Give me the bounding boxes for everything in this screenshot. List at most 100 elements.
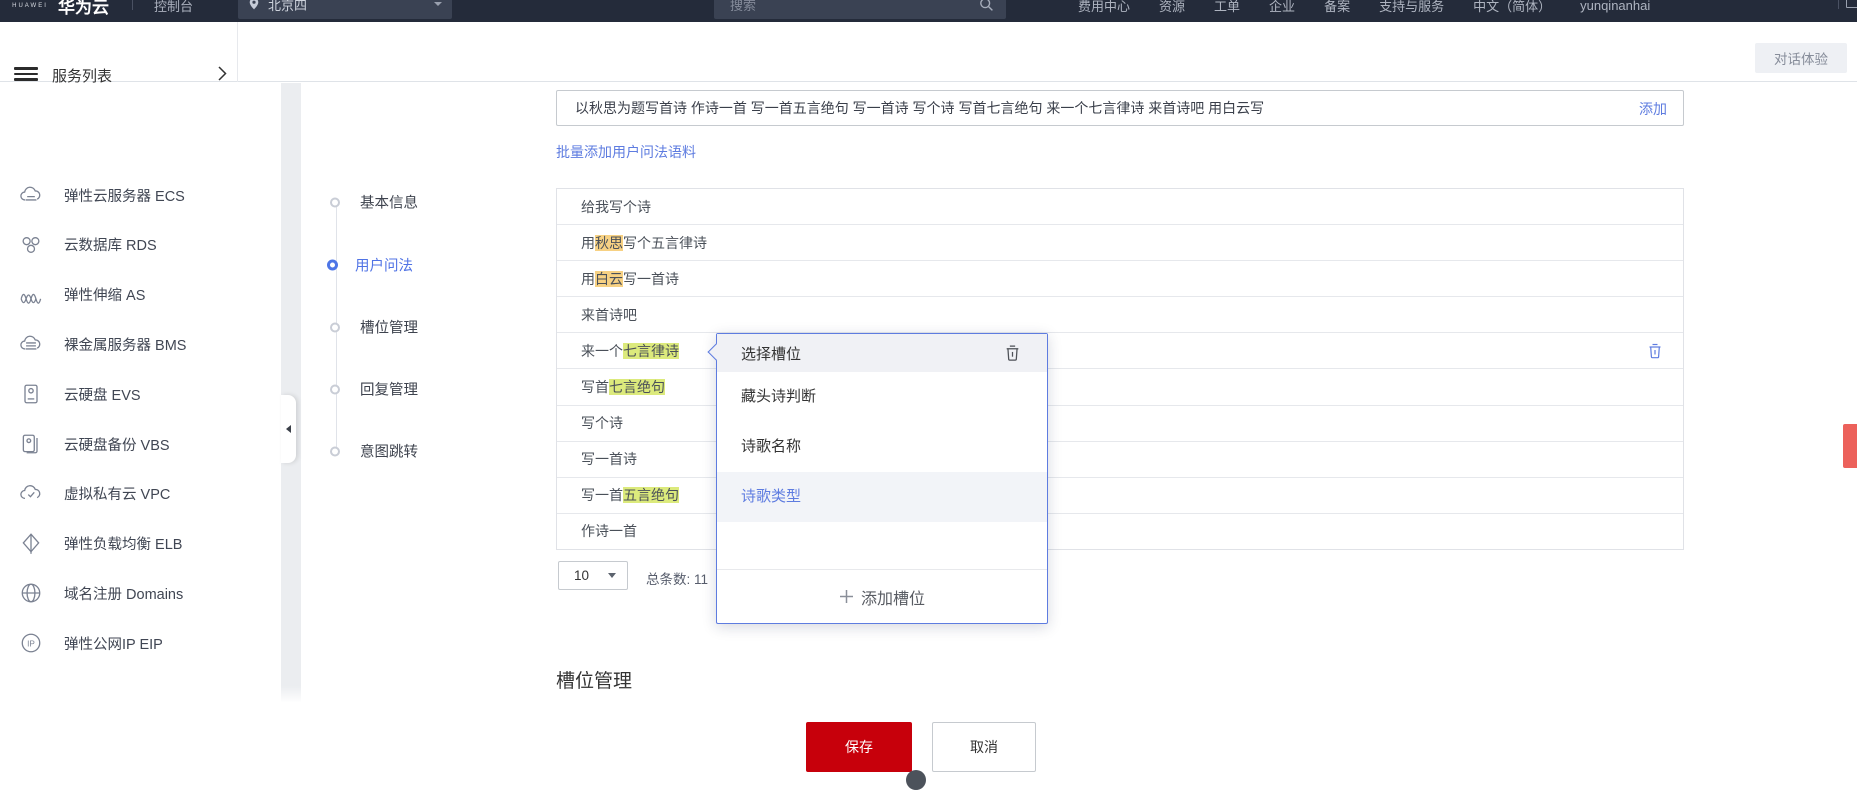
- sidebar-collapse-handle[interactable]: [281, 395, 296, 463]
- total-count: 总条数: 11: [646, 572, 709, 587]
- sidebar-item[interactable]: 云硬盘备份 VBS: [0, 419, 281, 469]
- sidebar-item[interactable]: 弹性伸缩 AS: [0, 270, 281, 320]
- huawei-flower-icon: [20, 0, 40, 2]
- corpus-row-text: 作诗一首: [581, 523, 637, 540]
- slot-select-popup: 选择槽位 藏头诗判断 诗歌名称 诗歌类型 添加槽位: [707, 333, 1048, 624]
- corpus-row-text: 用秋思写个五言律诗: [581, 234, 707, 251]
- app-header: 服务列表 对话体验: [0, 22, 1857, 85]
- footer-bar: 保存 取消: [0, 686, 1857, 795]
- location-pin-icon: [249, 0, 259, 10]
- database-icon: [18, 232, 44, 258]
- cancel-button[interactable]: 取消: [932, 722, 1036, 772]
- save-button[interactable]: 保存: [806, 722, 912, 772]
- step-dot-icon: [330, 384, 340, 394]
- search-input[interactable]: 搜索: [714, 0, 1006, 19]
- step-dot-icon: [330, 197, 340, 207]
- sidebar-item[interactable]: 弹性云服务器 ECS: [0, 170, 281, 220]
- sidebar-item-label: 域名注册 Domains: [64, 586, 184, 603]
- region-label: 北京四: [268, 0, 308, 13]
- topbar-link[interactable]: 资源: [1159, 0, 1185, 15]
- sidebar-item[interactable]: 裸金属服务器 BMS: [0, 319, 281, 369]
- slot-option[interactable]: 诗歌名称: [717, 422, 1047, 472]
- topbar-link[interactable]: 工单: [1214, 0, 1240, 15]
- huawei-logo[interactable]: HUAWEI: [10, 0, 50, 9]
- sidebar-item-label: 弹性公网IP EIP: [64, 636, 163, 653]
- mail-icon[interactable]: [1846, 0, 1857, 8]
- disk-icon: [18, 381, 44, 407]
- sidebar-item-label: 弹性伸缩 AS: [64, 288, 146, 305]
- chevron-right-icon[interactable]: [218, 66, 227, 81]
- topbar-divider: [132, 0, 133, 10]
- feedback-tab[interactable]: [1843, 424, 1857, 468]
- slot-option[interactable]: 藏头诗判断: [717, 372, 1047, 422]
- step-dot-icon: [330, 322, 340, 332]
- popup-title: 选择槽位: [741, 345, 802, 363]
- trash-icon[interactable]: [1004, 344, 1021, 362]
- sidebar-item[interactable]: 弹性负载均衡 ELB: [0, 519, 281, 569]
- service-list-label[interactable]: 服务列表: [52, 65, 112, 86]
- bare-metal-icon: [18, 331, 44, 357]
- caret-down-icon: [434, 2, 442, 6]
- add-corpus-button[interactable]: 添加: [1631, 99, 1667, 119]
- corpus-row-text: 给我写个诗: [581, 198, 651, 215]
- disk-backup-icon: [18, 431, 44, 457]
- trash-icon[interactable]: [1647, 342, 1663, 359]
- corpus-row[interactable]: 用白云写一首诗: [557, 260, 1683, 297]
- topbar-links: 费用中心 资源 工单 企业 备案 支持与服务 中文（简体） yunqinanhai: [1078, 0, 1798, 15]
- topbar-link[interactable]: yunqinanhai: [1580, 0, 1650, 13]
- corpus-row-text: 写一首诗: [581, 451, 637, 468]
- corpus-row[interactable]: 用秋思写个五言律诗: [557, 224, 1683, 261]
- batch-add-link[interactable]: 批量添加用户问法语料: [556, 142, 696, 162]
- topbar-link[interactable]: 支持与服务: [1379, 0, 1444, 15]
- sidebar-item[interactable]: 云数据库 RDS: [0, 220, 281, 270]
- sidebar-item[interactable]: 云硬盘 EVS: [0, 369, 281, 419]
- slot-option[interactable]: 诗歌类型: [717, 472, 1047, 522]
- collapse-left-icon: [286, 425, 291, 433]
- page-size-value: 10: [574, 568, 590, 583]
- corpus-row-text: 写个诗: [581, 415, 623, 432]
- brand-title: 华为云: [58, 0, 109, 17]
- sidebar-item-label: 云数据库 RDS: [64, 238, 157, 255]
- slot-highlight: 白云: [595, 270, 623, 287]
- topbar-link[interactable]: 企业: [1269, 0, 1295, 15]
- step-dot-icon: [330, 446, 340, 456]
- corpus-row[interactable]: 给我写个诗: [557, 189, 1683, 225]
- region-selector[interactable]: 北京四: [238, 0, 452, 19]
- huawei-logo-text: HUAWEI: [12, 3, 48, 9]
- topbar-link[interactable]: 备案: [1324, 0, 1350, 15]
- topbar-link[interactable]: 费用中心: [1078, 0, 1130, 15]
- sidebar-item-label: 云硬盘 EVS: [64, 387, 141, 404]
- topbar-link[interactable]: 中文（简体）: [1473, 0, 1551, 15]
- dialog-experience-button[interactable]: 对话体验: [1755, 43, 1847, 73]
- corpus-input[interactable]: 以秋思为题写首诗 作诗一首 写一首五言绝句 写一首诗 写个诗 写首七言绝句 来一…: [556, 90, 1684, 126]
- slot-highlight: 秋思: [595, 234, 623, 251]
- load-balancer-icon: [18, 531, 44, 557]
- sidebar-item-label: 弹性云服务器 ECS: [64, 188, 185, 205]
- search-placeholder: 搜索: [730, 0, 757, 13]
- step-label: 基本信息: [360, 195, 418, 212]
- sidebar-item[interactable]: 域名注册 Domains: [0, 568, 281, 618]
- globe-icon: [18, 580, 44, 606]
- slot-options: 藏头诗判断 诗歌名称 诗歌类型: [717, 372, 1047, 522]
- vpc-cloud-icon: [18, 481, 44, 507]
- console-link[interactable]: 控制台: [154, 0, 193, 15]
- step-label: 槽位管理: [360, 320, 418, 337]
- step-label: 用户问法: [355, 258, 413, 275]
- sidebar-item-label: 云硬盘备份 VBS: [64, 437, 170, 454]
- autoscale-wave-icon: [18, 282, 44, 308]
- sidebar-item-label: 裸金属服务器 BMS: [64, 337, 187, 354]
- caret-down-icon: [608, 573, 616, 578]
- sidebar-item[interactable]: IP 弹性公网IP EIP: [0, 618, 281, 668]
- sidebar-item[interactable]: 虚拟私有云 VPC: [0, 469, 281, 519]
- corpus-row[interactable]: 来首诗吧: [557, 296, 1683, 333]
- corpus-row-text: 用白云写一首诗: [581, 270, 679, 287]
- svg-text:IP: IP: [27, 639, 35, 648]
- step-dot-icon: [327, 259, 338, 271]
- hamburger-icon[interactable]: [14, 67, 38, 81]
- page-size-select[interactable]: 10: [558, 561, 628, 590]
- slot-highlight: 七言律诗: [623, 342, 679, 359]
- corpus-row-text: 来一个七言律诗: [581, 342, 679, 359]
- screen: HUAWEI 华为云 控制台 北京四 搜索 费用中心 资源 工单 企业 备案 支持与服务 中…: [0, 0, 1857, 795]
- add-slot-button[interactable]: 添加槽位: [717, 569, 1047, 623]
- corpus-row-text: 写一首五言绝句: [581, 487, 679, 504]
